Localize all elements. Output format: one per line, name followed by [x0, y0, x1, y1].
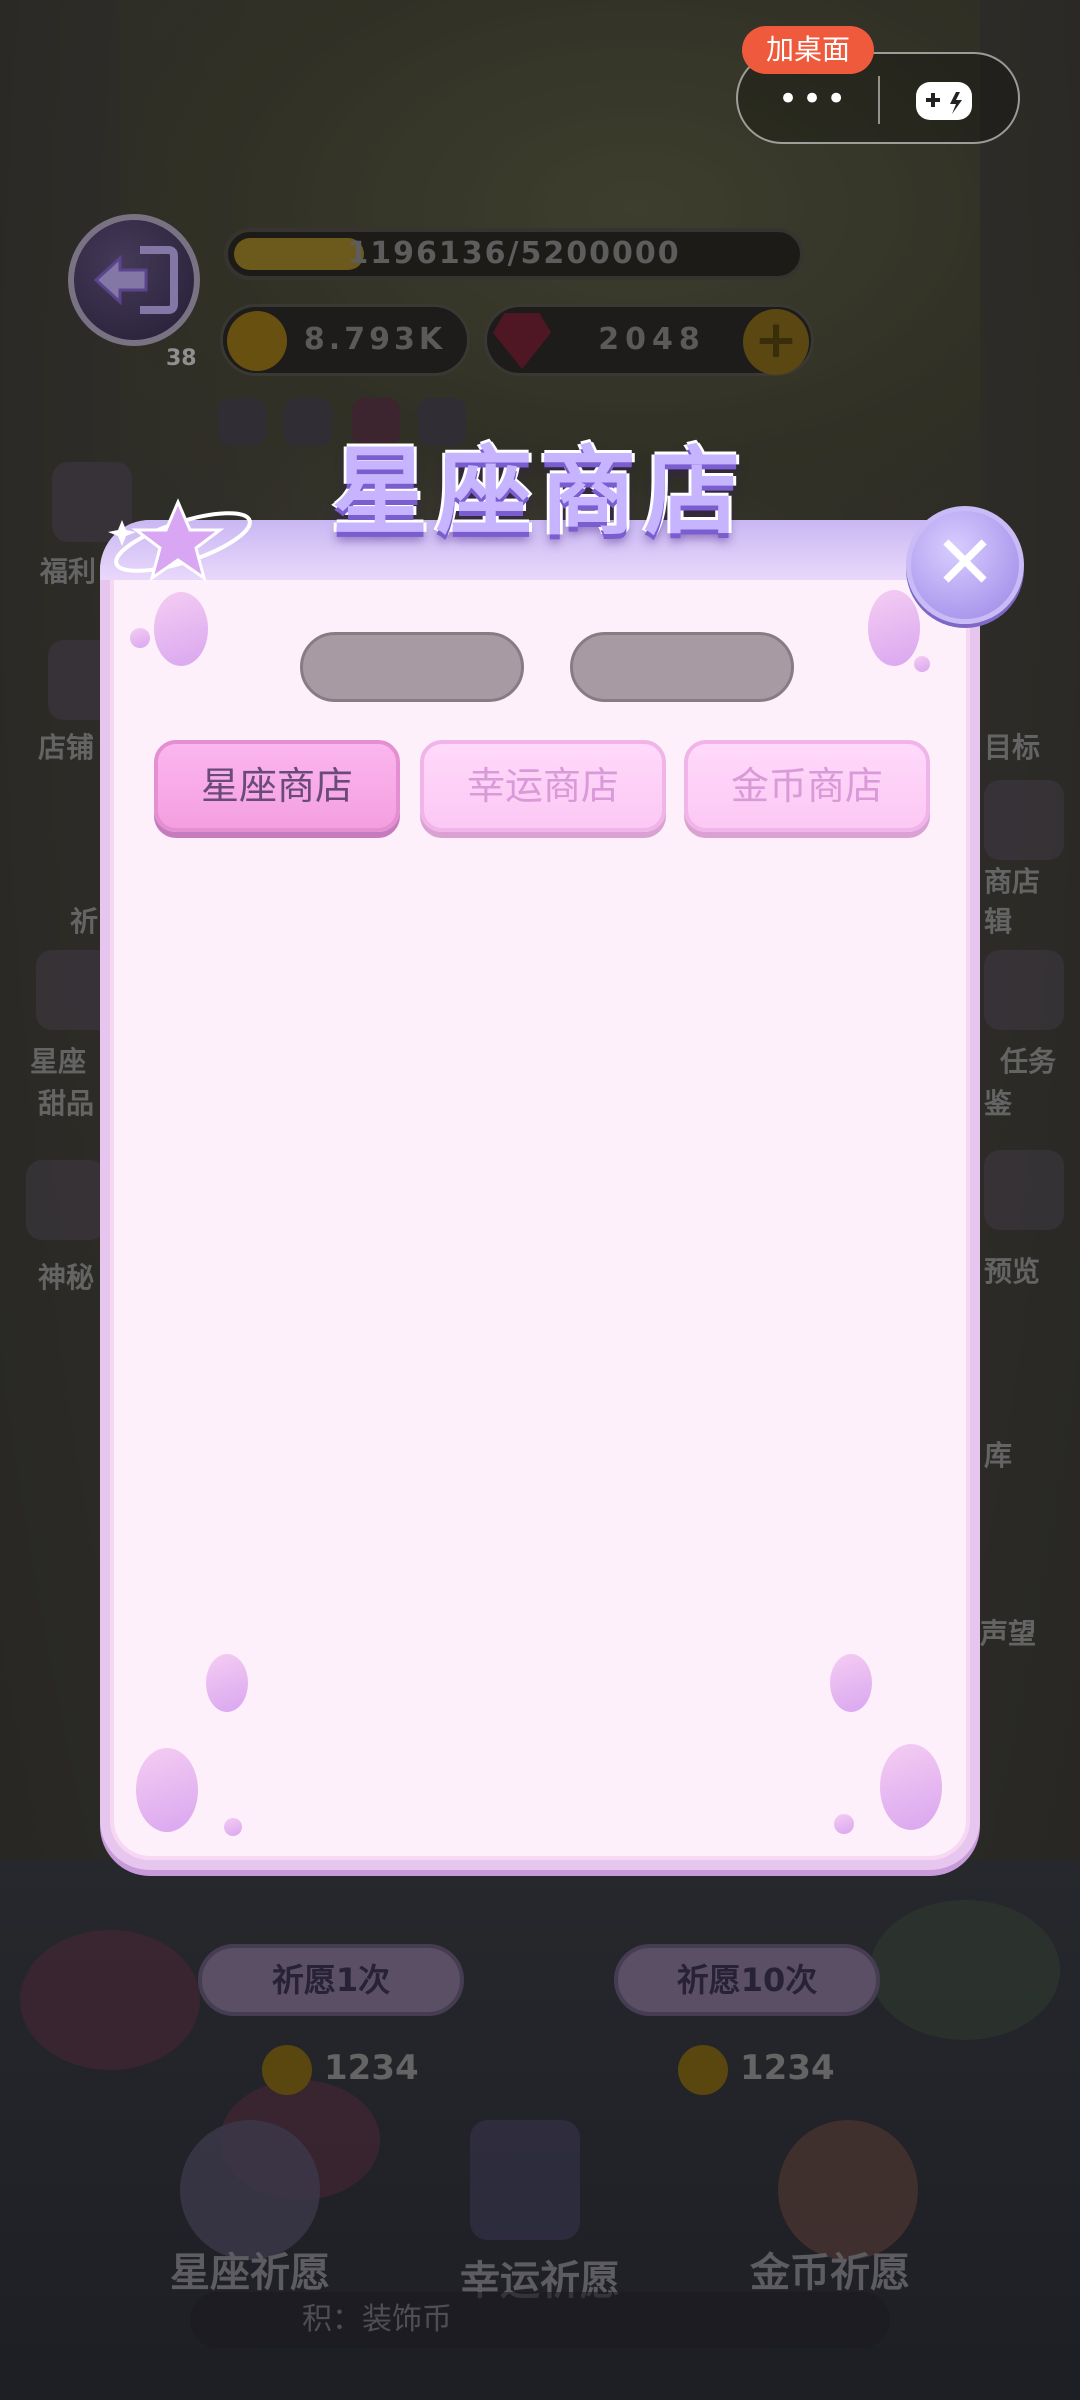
tab-coin-shop[interactable]: 金币商店	[684, 740, 930, 832]
star-icon	[108, 498, 252, 582]
tab-zodiac-shop[interactable]: 星座商店	[154, 740, 400, 832]
bubble-decoration	[224, 1818, 242, 1836]
bubble-decoration	[154, 592, 208, 666]
placeholder-pill	[570, 632, 794, 702]
bubble-decoration	[206, 1654, 248, 1712]
more-icon[interactable]: •••	[778, 82, 850, 116]
bubble-decoration	[914, 656, 930, 672]
dialog-title: 星座商店	[332, 436, 748, 548]
bubble-decoration	[880, 1744, 942, 1830]
add-to-desktop-button[interactable]: 加桌面	[742, 26, 874, 74]
bubble-decoration	[834, 1814, 854, 1834]
capsule-divider	[878, 76, 880, 124]
placeholder-pill	[300, 632, 524, 702]
bubble-decoration	[830, 1654, 872, 1712]
close-icon: ✕	[933, 520, 996, 606]
bubble-decoration	[130, 628, 150, 648]
gamepad-icon[interactable]	[912, 72, 976, 128]
tab-lucky-shop[interactable]: 幸运商店	[420, 740, 666, 832]
bubble-decoration	[136, 1748, 198, 1832]
close-button[interactable]: ✕	[906, 506, 1024, 624]
